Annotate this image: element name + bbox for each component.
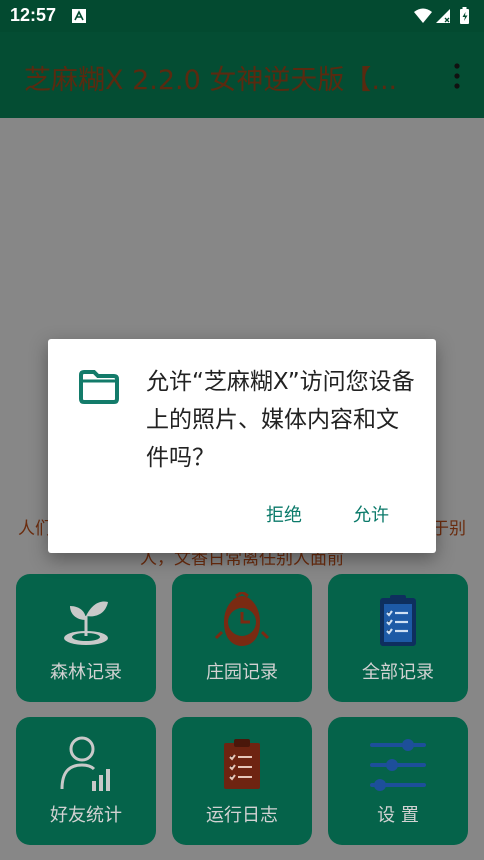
tile-label: 庄园记录 xyxy=(206,662,278,683)
log-icon xyxy=(224,739,260,789)
system-icons xyxy=(414,7,469,24)
deny-button[interactable]: 拒绝 xyxy=(266,501,302,527)
tile-friend-stats[interactable]: 好友统计 xyxy=(16,717,156,845)
tile-manor-records[interactable]: 庄园记录 xyxy=(172,574,312,702)
sprout-icon xyxy=(64,601,108,645)
tile-label: 设 置 xyxy=(377,805,419,826)
permission-dialog: 允许“芝麻糊X”访问您设备上的照片、媒体内容和文件吗？ 拒绝 允许 xyxy=(48,339,436,553)
tile-forest-records[interactable]: 森林记录 xyxy=(16,574,156,702)
tile-label: 森林记录 xyxy=(50,662,122,683)
folder-icon xyxy=(79,370,119,404)
status-time: 12:57 xyxy=(10,5,57,25)
app-bar: 芝麻糊X 2.2.0 女神逆天版【... xyxy=(0,32,484,118)
tile-label: 好友统计 xyxy=(50,805,122,826)
tile-settings[interactable]: 设 置 xyxy=(328,717,468,845)
clipboard-icon xyxy=(380,595,416,646)
battery-icon xyxy=(460,7,469,24)
chick-icon xyxy=(214,592,270,646)
sliders-icon xyxy=(370,739,426,791)
tile-label: 全部记录 xyxy=(362,662,434,683)
wifi-icon xyxy=(414,8,432,23)
announcement-line1: 人们 xyxy=(18,519,52,539)
notification-icon xyxy=(72,9,86,23)
permission-message: 允许“芝麻糊X”访问您设备上的照片、媒体内容和文件吗？ xyxy=(146,369,415,471)
tile-all-records[interactable]: 全部记录 xyxy=(328,574,468,702)
tile-label: 运行日志 xyxy=(206,805,278,826)
announcement-line1-right: 于别 xyxy=(432,519,466,539)
tile-run-log[interactable]: 运行日志 xyxy=(172,717,312,845)
allow-button[interactable]: 允许 xyxy=(353,501,389,527)
user-stats-icon xyxy=(60,736,110,791)
signal-icon xyxy=(436,9,450,23)
app-title: 芝麻糊X 2.2.0 女神逆天版【... xyxy=(24,65,398,96)
more-options-icon[interactable] xyxy=(450,62,464,90)
status-bar: 12:57 xyxy=(0,0,484,32)
